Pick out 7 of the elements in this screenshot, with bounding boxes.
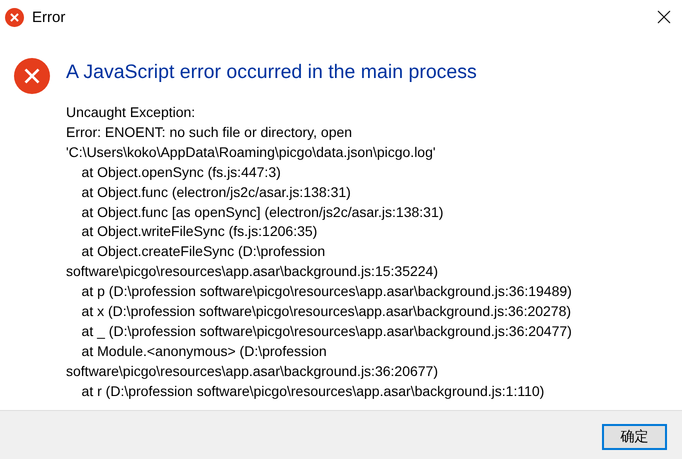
error-icon [14, 58, 50, 94]
window-title: Error [32, 8, 66, 26]
error-heading: A JavaScript error occurred in the main process [66, 60, 478, 85]
ok-button[interactable]: 确定 [602, 424, 667, 450]
error-icon [5, 8, 24, 26]
error-message: Uncaught Exception: Error: ENOENT: no such file or directory, open 'C:\Users\koko\AppData\Roaming\picgo\data.json\picgo.log' at Object.openSync (fs.js:447:3) at Object.func (electron/js2c/asar.js:138:31) at Object.func [as openSync] (electron/js2c/asar.js:138:31) at Object.writeFileSync (fs.js:1206:35) at Object.createFileSync (D:\profession software\picgo\resources\app.asar\background.js:15:35224) at p (D:\profession software\picgo\resources\app.asar\background.js:36:19489) at x (D:\profession software\picgo\resources\app.asar\background.js:36:20278) at _ (D:\profession software\picgo\resources\app.asar\background.js:36:20477) at Module.<anonymous> (D:\profession software\picgo\resources\app.asar\background.js:36:20677) at r (D:\profession software\picgo\resources\app.asar\background.js:1:110) [66, 103, 572, 401]
close-icon [657, 10, 671, 24]
